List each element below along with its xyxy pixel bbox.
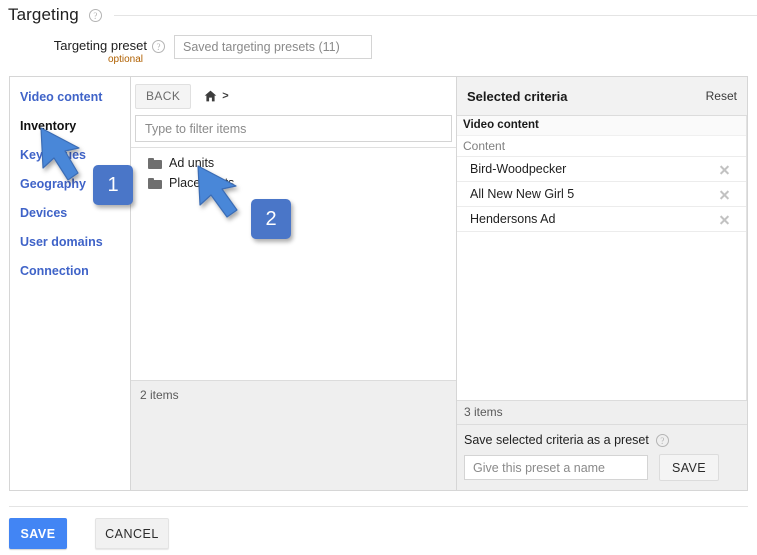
close-icon[interactable] (719, 214, 730, 225)
page-title: Targeting (8, 5, 79, 24)
browser-list-item-ad-units[interactable]: Ad units (131, 153, 456, 173)
browser-toolbar: BACK > (131, 77, 456, 115)
selected-criteria-list: Video content Content Bird-Woodpecker Al… (457, 116, 747, 400)
selected-criteria-pane: Selected criteria Reset Video content Co… (457, 77, 747, 490)
selected-criteria-row: Bird-Woodpecker (457, 156, 746, 181)
cancel-button[interactable]: CANCEL (95, 518, 169, 549)
selected-criteria-row: All New New Girl 5 (457, 181, 746, 206)
help-circle-icon[interactable]: ? (88, 8, 102, 22)
form-action-bar: SAVE CANCEL (9, 518, 169, 549)
filter-input[interactable] (135, 115, 452, 142)
preset-name-input[interactable] (464, 455, 648, 480)
targeting-preset-label-group: Targeting preset optional (0, 30, 147, 65)
selected-criteria-header: Selected criteria Reset (457, 77, 747, 116)
save-preset-label-row: Save selected criteria as a preset ? (464, 433, 740, 447)
inventory-browser-pane: BACK > Ad units Placements (131, 77, 457, 490)
selected-criteria-label: All New New Girl 5 (470, 187, 575, 201)
sidebar-item-label: User domains (20, 235, 103, 249)
help-circle-icon[interactable]: ? (152, 40, 165, 53)
home-icon[interactable] (204, 90, 217, 102)
targeting-preset-row: Targeting preset optional ? (0, 30, 757, 70)
header-divider (113, 14, 757, 16)
browser-list-item-placements[interactable]: Placements (131, 173, 456, 193)
selected-criteria-label: Bird-Woodpecker (470, 162, 567, 176)
browser-list-item-label: Ad units (169, 156, 215, 170)
list-end-divider (457, 231, 746, 232)
filter-field-wrapper (131, 115, 456, 147)
sidebar-item-user-domains[interactable]: User domains (10, 228, 130, 257)
back-button[interactable]: BACK (135, 83, 192, 109)
targeting-panel: Video content Inventory Key-values Geogr… (9, 76, 748, 491)
sidebar-item-label: Inventory (20, 119, 77, 133)
page-header: Targeting ? (0, 0, 757, 30)
breadcrumb-separator: > (222, 90, 229, 102)
sidebar-item-connection[interactable]: Connection (10, 257, 130, 286)
folder-icon (148, 177, 162, 189)
help-circle-icon[interactable]: ? (655, 433, 669, 447)
targeting-preset-optional-label: optional (107, 54, 143, 65)
sidebar-item-label: Geography (20, 177, 86, 191)
targeting-preset-label: Targeting preset (53, 38, 147, 53)
sidebar-item-key-values[interactable]: Key-values (10, 141, 130, 170)
save-preset-button[interactable]: SAVE (659, 454, 720, 481)
close-icon[interactable] (719, 164, 730, 175)
save-button[interactable]: SAVE (9, 518, 67, 549)
sidebar-item-label: Devices (20, 206, 68, 220)
selected-criteria-label: Hendersons Ad (470, 212, 556, 226)
selected-criteria-title: Selected criteria (467, 88, 568, 104)
reset-button[interactable]: Reset (706, 89, 737, 103)
browser-list-item-label: Placements (169, 176, 235, 190)
close-icon[interactable] (719, 189, 730, 200)
sidebar-item-label: Connection (20, 264, 89, 278)
sidebar-item-inventory[interactable]: Inventory (10, 112, 130, 141)
browser-item-list: Ad units Placements (131, 147, 456, 380)
sidebar-item-geography[interactable]: Geography (10, 170, 130, 199)
bottom-divider (9, 506, 748, 507)
breadcrumb: > (204, 90, 229, 102)
selected-criteria-row: Hendersons Ad (457, 206, 746, 231)
criteria-group-header: Video content (457, 116, 746, 136)
sidebar-item-label: Key-values (20, 148, 87, 162)
selected-criteria-count: 3 items (457, 400, 747, 424)
targeting-category-sidebar: Video content Inventory Key-values Geogr… (10, 77, 131, 490)
sidebar-item-label: Video content (20, 90, 103, 104)
criteria-subgroup-header: Content (463, 139, 506, 153)
sidebar-item-video-content[interactable]: Video content (10, 83, 130, 112)
save-preset-label: Save selected criteria as a preset (464, 433, 649, 447)
browser-item-count: 2 items (131, 380, 456, 490)
sidebar-item-devices[interactable]: Devices (10, 199, 130, 228)
targeting-preset-input[interactable] (174, 35, 372, 59)
folder-icon (148, 157, 162, 169)
save-preset-section: Save selected criteria as a preset ? SAV… (457, 424, 747, 490)
save-preset-controls: SAVE (464, 454, 740, 481)
